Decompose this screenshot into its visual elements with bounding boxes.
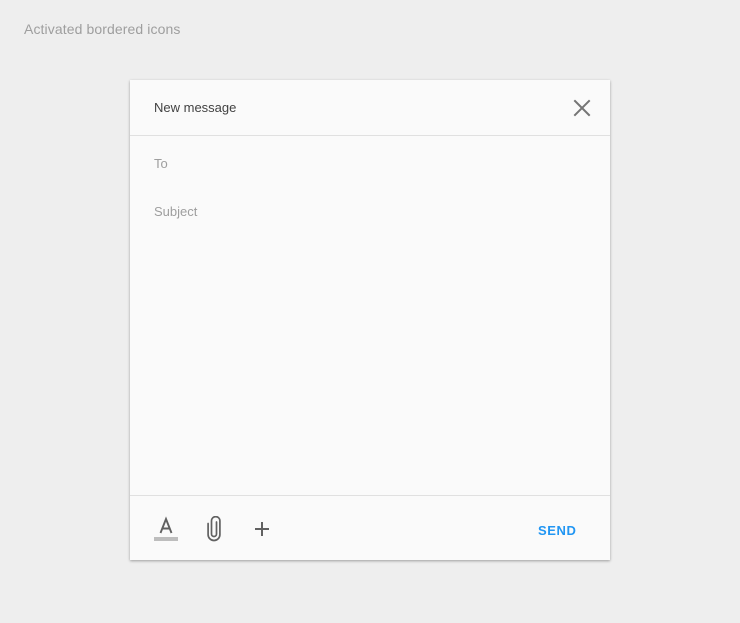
to-field[interactable]: To bbox=[154, 156, 168, 171]
attach-icon bbox=[207, 515, 221, 542]
dialog-header: New message bbox=[130, 80, 610, 136]
send-button[interactable]: SEND bbox=[538, 523, 577, 538]
format-text-button[interactable] bbox=[154, 516, 178, 542]
add-button[interactable] bbox=[250, 516, 274, 542]
close-icon bbox=[573, 99, 591, 117]
dialog-title: New message bbox=[154, 100, 237, 115]
add-icon bbox=[255, 522, 269, 536]
subject-field[interactable]: Subject bbox=[154, 204, 197, 219]
page-caption: Activated bordered icons bbox=[24, 21, 181, 37]
format-text-icon bbox=[154, 516, 178, 541]
new-message-dialog: New message To Subject SEND bbox=[130, 80, 610, 560]
dialog-footer: SEND bbox=[130, 495, 610, 561]
close-button[interactable] bbox=[570, 96, 594, 120]
attach-button[interactable] bbox=[202, 515, 226, 542]
